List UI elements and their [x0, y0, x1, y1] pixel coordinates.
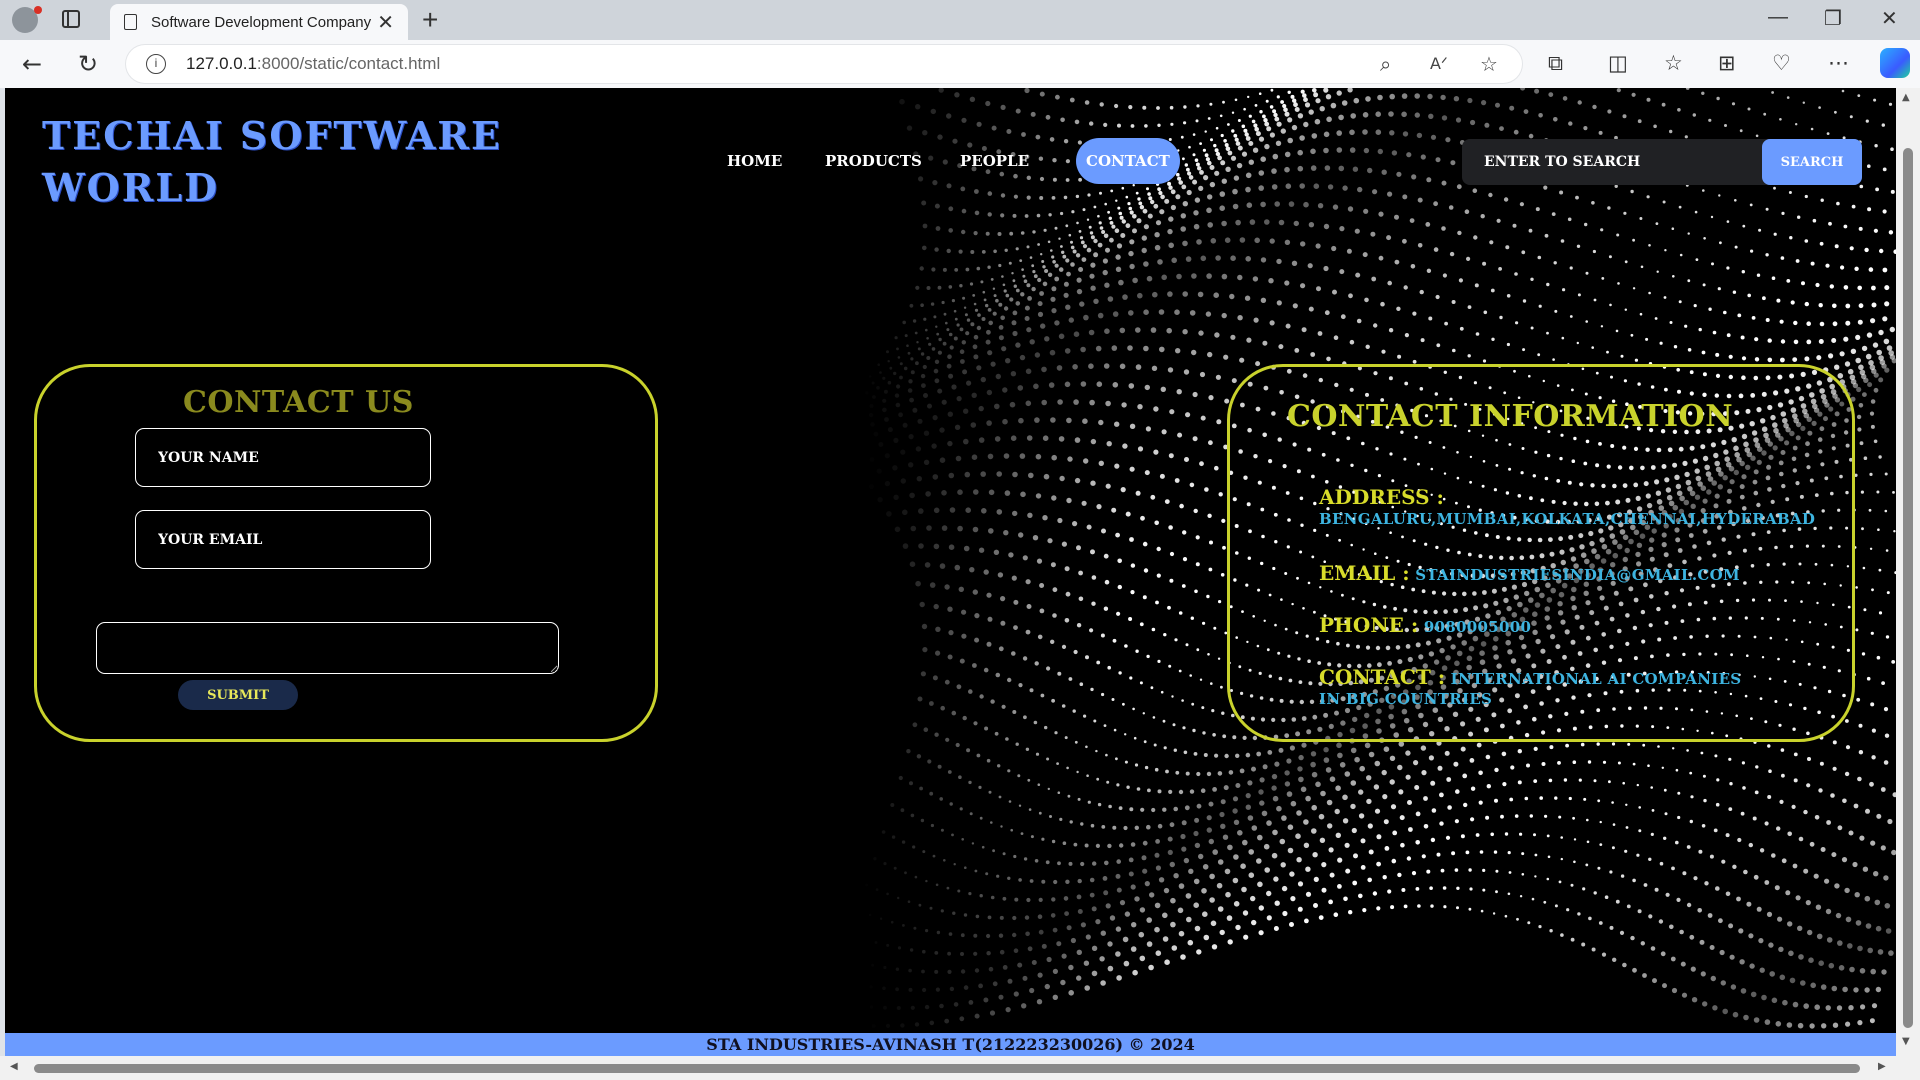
- search-button[interactable]: SEARCH: [1762, 139, 1862, 185]
- nav-home[interactable]: HOME: [727, 138, 782, 184]
- favorite-star-icon[interactable]: ☆: [1480, 52, 1498, 76]
- zoom-icon[interactable]: ⌕: [1380, 52, 1391, 76]
- profile-avatar-icon[interactable]: [12, 6, 42, 33]
- address-value: BENGALURU,MUMBAI,KOLKATA,CHENNAI,HYDERAB…: [1319, 510, 1816, 528]
- page-document-icon: [124, 14, 137, 30]
- back-arrow-icon[interactable]: ←: [22, 50, 42, 78]
- submit-button[interactable]: SUBMIT: [178, 680, 298, 710]
- reload-icon[interactable]: ↻: [78, 50, 98, 78]
- contact-info-title: CONTACT INFORMATION: [1287, 399, 1734, 434]
- nav-products[interactable]: PRODUCTS: [825, 138, 922, 184]
- contact-row: CONTACT : INTERNATIONAL AI COMPANIES IN …: [1319, 665, 1741, 708]
- browser-toolbar: ← ↻ i 127.0.0.1:8000/static/contact.html…: [0, 40, 1920, 88]
- scroll-down-icon[interactable]: ▼: [1902, 1036, 1910, 1047]
- new-tab-button[interactable]: +: [422, 4, 438, 36]
- contact-form-title: CONTACT US: [183, 385, 414, 420]
- more-menu-icon[interactable]: ⋯: [1828, 51, 1849, 75]
- message-textarea[interactable]: [96, 622, 559, 674]
- contact-label: CONTACT :: [1319, 665, 1446, 689]
- site-info-icon[interactable]: i: [146, 54, 166, 74]
- scroll-right-icon[interactable]: ▶: [1878, 1061, 1886, 1072]
- email-label: EMAIL :: [1319, 561, 1410, 585]
- vertical-scrollbar[interactable]: ▲ ▼: [1896, 88, 1920, 1056]
- address-row: ADDRESS : BENGALURU,MUMBAI,KOLKATA,CHENN…: [1319, 485, 1815, 528]
- tab-actions-icon[interactable]: [62, 10, 80, 28]
- vertical-scroll-thumb[interactable]: [1903, 148, 1913, 1028]
- browser-tab[interactable]: Software Development Company ✕: [110, 4, 408, 40]
- tab-close-button[interactable]: ✕: [377, 10, 394, 34]
- scroll-up-icon[interactable]: ▲: [1902, 92, 1910, 103]
- name-field[interactable]: [135, 428, 431, 487]
- horizontal-scroll-thumb[interactable]: [34, 1064, 1860, 1073]
- search-input[interactable]: [1462, 139, 1762, 185]
- address-label: ADDRESS :: [1319, 485, 1444, 509]
- close-window-button[interactable]: ✕: [1881, 6, 1898, 31]
- email-row: EMAIL : STAINDUSTRIESINDIA@GMAIL.COM: [1319, 561, 1740, 585]
- search-box: SEARCH: [1462, 139, 1862, 185]
- contact-value-1: INTERNATIONAL AI COMPANIES: [1450, 670, 1742, 688]
- email-field[interactable]: [135, 510, 431, 569]
- page-footer: STA INDUSTRIES-AVINASH T(212223230026) ©…: [5, 1033, 1896, 1056]
- horizontal-scrollbar[interactable]: ◀ ▶: [0, 1056, 1920, 1080]
- phone-row: PHONE : 9080005000: [1319, 613, 1531, 637]
- minimize-button[interactable]: —: [1768, 6, 1788, 29]
- favorites-icon[interactable]: ☆: [1664, 51, 1683, 75]
- nav-people[interactable]: PEOPLE: [960, 138, 1029, 184]
- phone-label: PHONE :: [1319, 613, 1419, 637]
- copilot-icon[interactable]: [1880, 48, 1910, 78]
- page-viewport: TECHAI SOFTWARE WORLD HOME PRODUCTS PEOP…: [5, 88, 1896, 1056]
- brand-title: TECHAI SOFTWARE WORLD: [42, 113, 502, 210]
- address-bar[interactable]: i 127.0.0.1:8000/static/contact.html ⌕ A…: [126, 45, 1522, 83]
- contact-form-card: CONTACT US SUBMIT: [34, 364, 658, 742]
- contact-value-2: IN BIG COUNTRIES: [1319, 690, 1493, 708]
- collections-icon[interactable]: ⊞: [1718, 51, 1736, 75]
- browser-tab-strip: Software Development Company ✕ + — ❐ ✕: [0, 0, 1920, 40]
- url-text[interactable]: 127.0.0.1:8000/static/contact.html: [186, 54, 440, 74]
- restore-button[interactable]: ❐: [1824, 6, 1842, 31]
- email-value: STAINDUSTRIESINDIA@GMAIL.COM: [1415, 566, 1740, 584]
- contact-info-card: CONTACT INFORMATION ADDRESS : BENGALURU,…: [1227, 364, 1855, 742]
- scroll-left-icon[interactable]: ◀: [10, 1061, 18, 1072]
- extensions-icon[interactable]: ⧉: [1548, 51, 1563, 76]
- browser-essentials-icon[interactable]: ♡: [1772, 51, 1791, 75]
- split-screen-icon[interactable]: ◫: [1608, 51, 1628, 75]
- nav-contact[interactable]: CONTACT: [1076, 138, 1180, 184]
- phone-value: 9080005000: [1423, 618, 1532, 636]
- tab-title: Software Development Company: [151, 13, 372, 31]
- read-aloud-icon[interactable]: Aᐟ: [1430, 54, 1448, 73]
